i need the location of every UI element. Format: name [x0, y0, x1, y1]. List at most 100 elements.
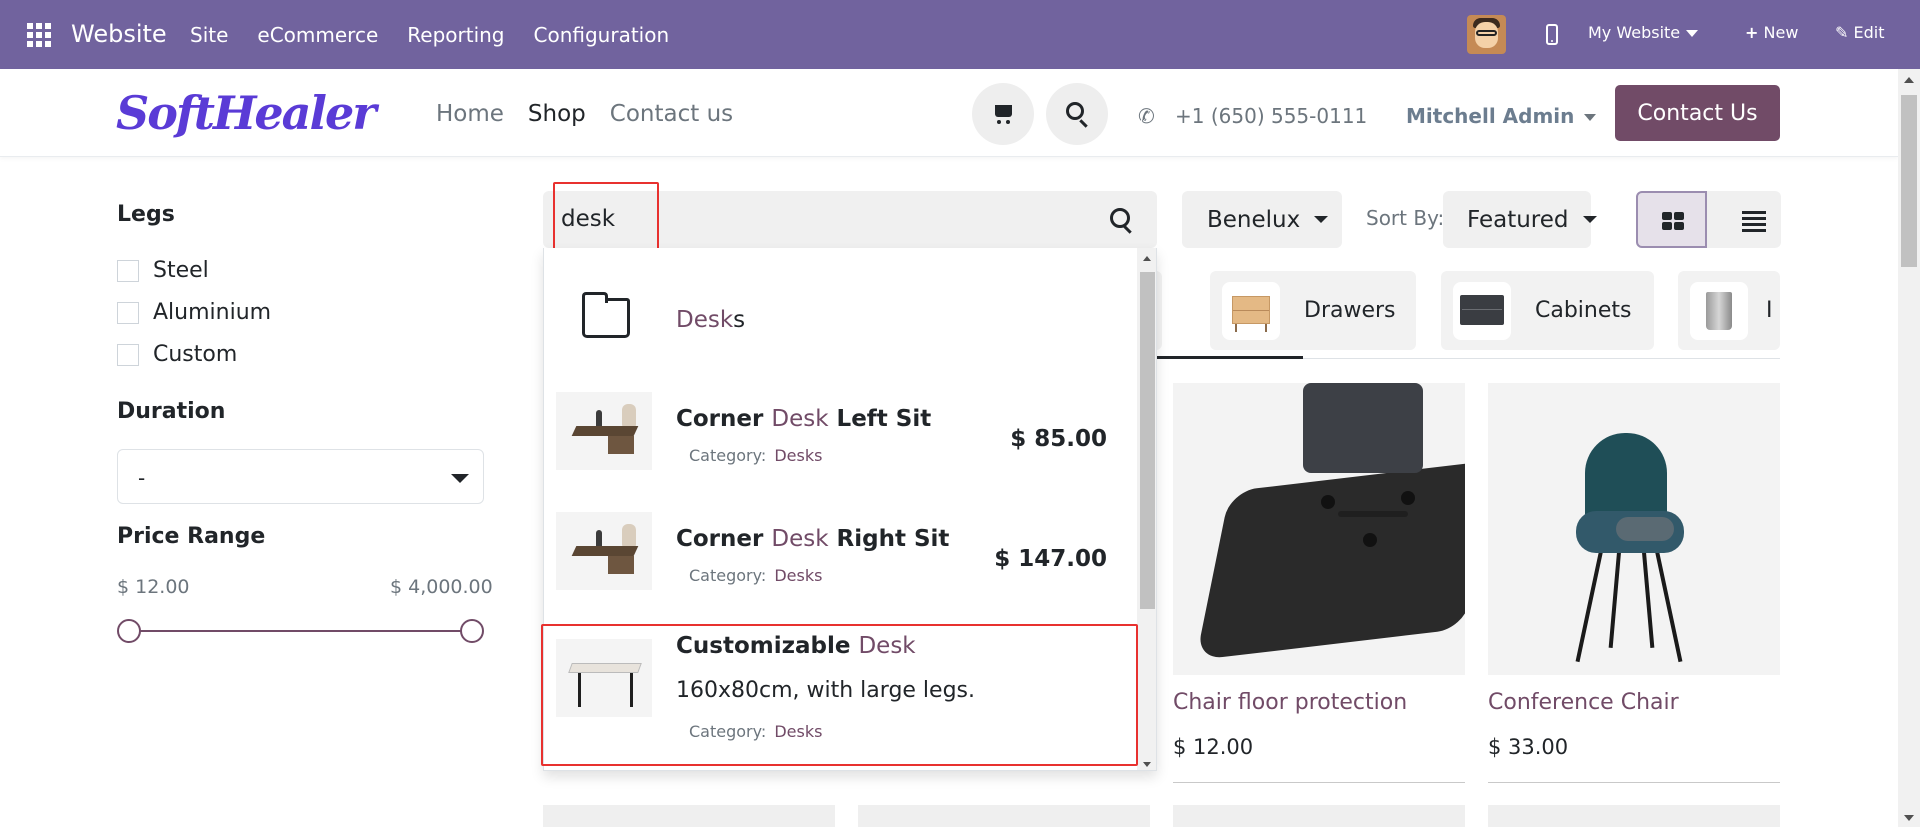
- chevron-down-icon: [1582, 216, 1597, 223]
- product-card-next-row[interactable]: [858, 805, 1150, 827]
- autocomplete-result-row[interactable]: Corner Desk Right Sit $ 147.00 Category:…: [544, 488, 1137, 608]
- plus-icon: +: [1745, 23, 1759, 42]
- category-chip-drawers[interactable]: Drawers: [1210, 271, 1416, 350]
- autocomplete-category-row[interactable]: Desks: [544, 248, 1137, 368]
- product-price: $ 33.00: [1488, 735, 1569, 759]
- pencil-icon: ✎: [1835, 23, 1849, 42]
- cart-button[interactable]: [972, 83, 1034, 145]
- phone-icon: ✆: [1138, 104, 1155, 128]
- bins-thumbnail: [1690, 281, 1748, 340]
- card-divider: [1173, 782, 1465, 783]
- product-image-conference-chair[interactable]: [1488, 383, 1780, 675]
- result-name: Corner Desk Right Sit: [676, 526, 950, 552]
- scroll-down-arrow-icon[interactable]: [1143, 762, 1151, 767]
- checkbox[interactable]: [117, 301, 139, 324]
- scroll-up-arrow-icon[interactable]: [1143, 256, 1151, 261]
- user-menu[interactable]: Mitchell Admin: [1406, 104, 1597, 128]
- result-thumbnail: [556, 392, 652, 470]
- page-scrollbar[interactable]: [1898, 69, 1920, 827]
- main-nav: Home Shop Contact us: [436, 101, 757, 127]
- menu-site[interactable]: Site: [190, 23, 228, 47]
- search-icon: [1066, 102, 1084, 120]
- product-name[interactable]: Chair floor protection: [1173, 690, 1407, 715]
- dropdown-scroll-thumb[interactable]: [1140, 272, 1155, 609]
- sort-value: Featured: [1467, 206, 1569, 233]
- result-name: Corner Desk Left Sit: [676, 406, 932, 432]
- price-min-label: $ 12.00: [117, 576, 190, 598]
- scroll-thumb[interactable]: [1901, 95, 1917, 267]
- site-logo[interactable]: SoftHealer: [116, 84, 388, 142]
- price-slider-max-handle[interactable]: [460, 619, 484, 643]
- nav-shop[interactable]: Shop: [528, 101, 586, 127]
- sort-by-label: Sort By:: [1366, 206, 1445, 230]
- cabinets-thumbnail: [1453, 281, 1511, 340]
- price-slider-min-handle[interactable]: [117, 619, 141, 643]
- folder-icon: [582, 292, 630, 338]
- pricelist-label: Benelux: [1207, 206, 1301, 233]
- apps-grid-icon[interactable]: [27, 23, 51, 47]
- new-label: New: [1763, 23, 1799, 42]
- top-menu: Site eCommerce Reporting Configuration: [190, 23, 698, 47]
- chevron-down-icon: [451, 474, 469, 483]
- nav-home[interactable]: Home: [436, 101, 504, 127]
- contact-us-button[interactable]: Contact Us: [1615, 85, 1780, 141]
- menu-configuration[interactable]: Configuration: [534, 23, 670, 47]
- autocomplete-category-name: Desks: [676, 307, 745, 333]
- filter-legs-steel[interactable]: Steel: [117, 258, 209, 283]
- edit-label: Edit: [1853, 23, 1885, 42]
- price-slider-track[interactable]: [128, 630, 472, 632]
- header-search-button[interactable]: [1046, 83, 1108, 145]
- chevron-down-icon: [1686, 30, 1699, 37]
- view-toggle: [1636, 191, 1781, 248]
- duration-select[interactable]: -: [117, 449, 484, 504]
- scroll-down-arrow-icon[interactable]: [1904, 815, 1914, 821]
- search-query-highlight: [553, 182, 659, 252]
- list-view-icon[interactable]: [1742, 211, 1766, 235]
- product-card-next-row[interactable]: [1488, 805, 1780, 827]
- option-label: Custom: [153, 342, 238, 367]
- nav-contact-us[interactable]: Contact us: [610, 101, 733, 127]
- category-label: Drawers: [1304, 298, 1396, 323]
- my-website-dropdown[interactable]: My Website: [1588, 23, 1699, 42]
- edit-button[interactable]: ✎ Edit: [1835, 23, 1884, 42]
- grid-view-button[interactable]: [1636, 191, 1707, 248]
- dropdown-scrollbar[interactable]: [1137, 248, 1156, 770]
- result-category: Category: Desks: [689, 446, 823, 465]
- result-price: $ 85.00: [1010, 426, 1107, 452]
- new-button[interactable]: + New: [1745, 23, 1798, 42]
- sort-dropdown[interactable]: Featured: [1443, 191, 1597, 248]
- option-label: Aluminium: [153, 300, 272, 325]
- autocomplete-result-row[interactable]: Corner Desk Left Sit $ 85.00 Category: De…: [544, 368, 1137, 488]
- mobile-preview-icon[interactable]: [1546, 24, 1558, 45]
- checkbox[interactable]: [117, 343, 139, 366]
- result-price: $ 147.00: [994, 546, 1107, 572]
- scroll-up-arrow-icon[interactable]: [1904, 77, 1914, 83]
- search-icon[interactable]: [1110, 208, 1130, 228]
- filter-legs-aluminium[interactable]: Aluminium: [117, 300, 271, 325]
- selected-result-highlight: [541, 624, 1138, 766]
- admin-topbar: Website Site eCommerce Reporting Configu…: [0, 0, 1920, 69]
- user-name: Mitchell Admin: [1406, 104, 1575, 128]
- app-brand[interactable]: Website: [71, 20, 167, 48]
- chevron-down-icon: [1314, 216, 1329, 223]
- match-highlight: Desk: [676, 307, 734, 333]
- result-thumbnail: [556, 512, 652, 590]
- category-chip-cabinets[interactable]: Cabinets: [1441, 271, 1654, 350]
- product-name[interactable]: Conference Chair: [1488, 690, 1679, 715]
- match-rest: s: [733, 307, 746, 333]
- checkbox[interactable]: [117, 259, 139, 282]
- product-card-next-row[interactable]: [543, 805, 835, 827]
- pricelist-dropdown[interactable]: Benelux: [1182, 191, 1342, 248]
- category-label: Cabinets: [1535, 298, 1632, 323]
- product-card-next-row[interactable]: [1173, 805, 1465, 827]
- filter-legs-custom[interactable]: Custom: [117, 342, 237, 367]
- product-image-floor-protection[interactable]: [1173, 383, 1465, 675]
- menu-ecommerce[interactable]: eCommerce: [257, 23, 378, 47]
- category-label: I: [1766, 298, 1773, 323]
- user-avatar[interactable]: [1467, 15, 1506, 54]
- drawers-thumbnail: [1222, 281, 1280, 340]
- menu-reporting[interactable]: Reporting: [407, 23, 504, 47]
- category-chip-partial-right[interactable]: I: [1678, 271, 1780, 350]
- phone-number[interactable]: +1 (650) 555-0111: [1175, 104, 1367, 128]
- filter-legs-title: Legs: [117, 202, 175, 227]
